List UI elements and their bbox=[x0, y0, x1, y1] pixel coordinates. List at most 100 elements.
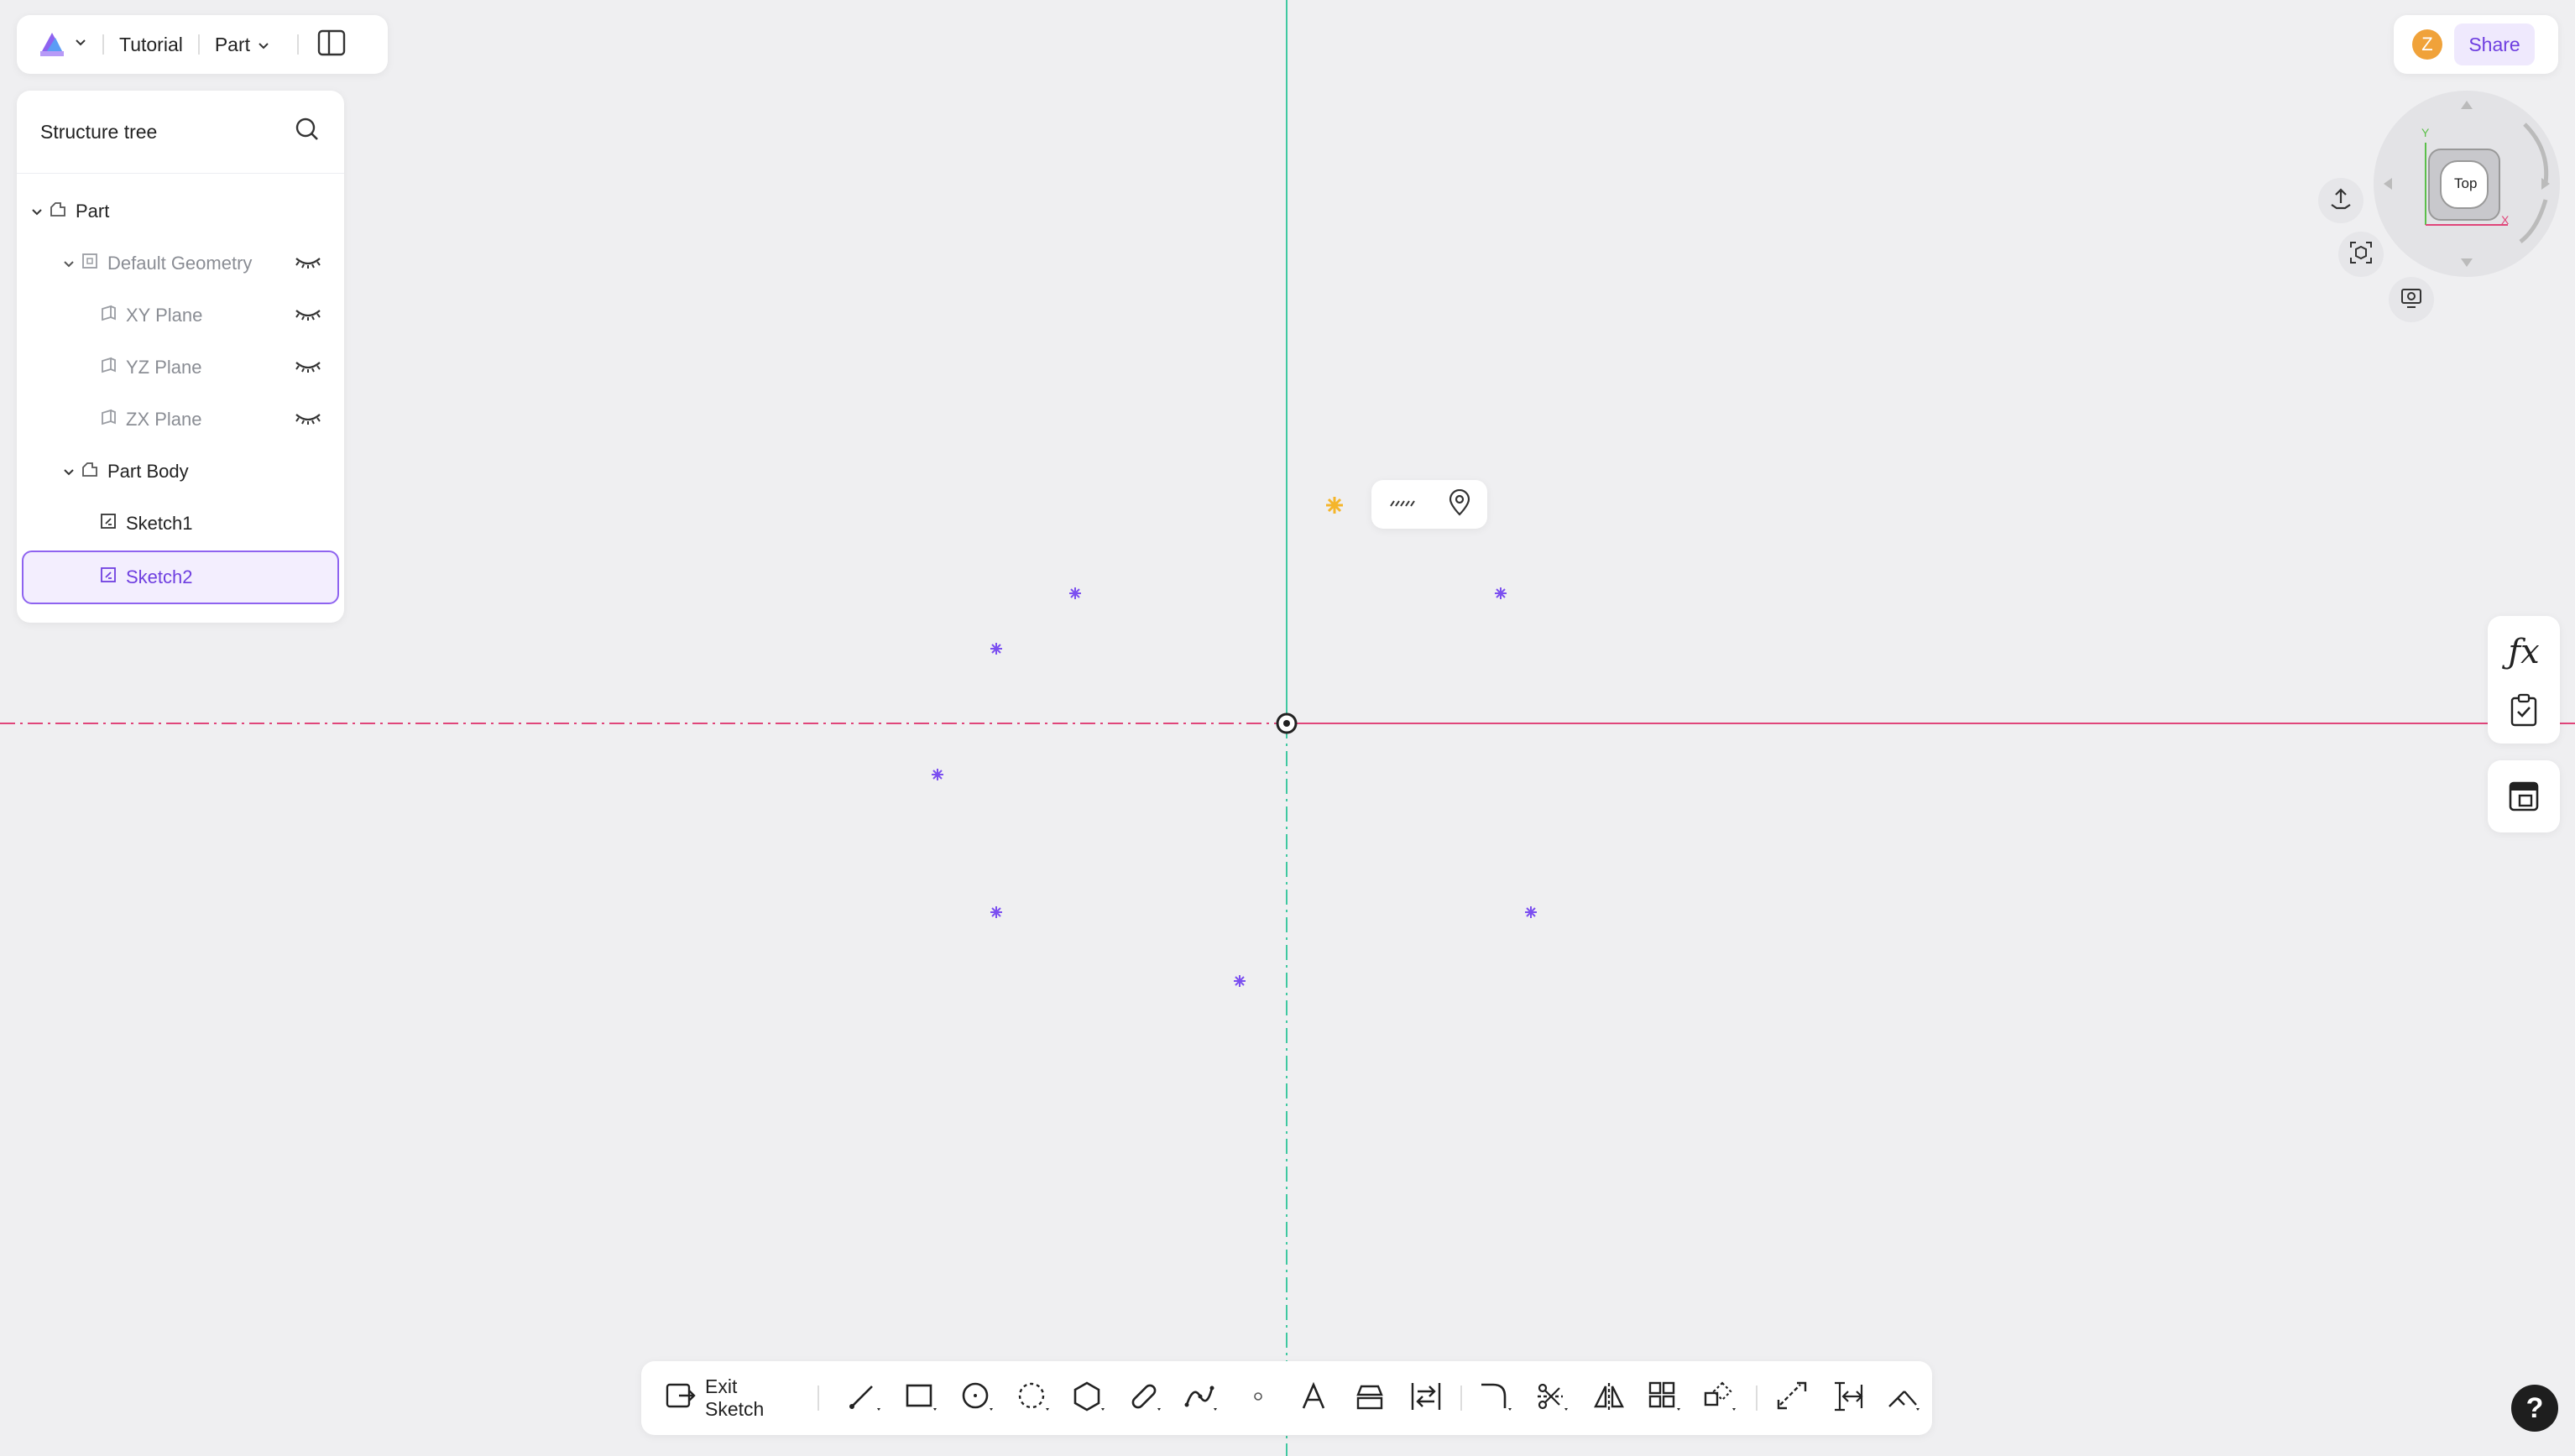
sketch-point[interactable] bbox=[932, 769, 943, 780]
tree-node-zx-plane[interactable]: ZX Plane bbox=[22, 394, 339, 445]
tree-node-xy-plane[interactable]: XY Plane bbox=[22, 290, 339, 341]
library-icon[interactable] bbox=[2508, 780, 2540, 817]
visibility-hidden-icon[interactable] bbox=[294, 410, 322, 431]
spline-tool-button[interactable] bbox=[1173, 1373, 1230, 1423]
checklist-icon[interactable] bbox=[2510, 693, 2538, 731]
normal-to-view-button[interactable] bbox=[2318, 178, 2363, 223]
pattern-tool-button[interactable] bbox=[1637, 1373, 1693, 1423]
divider bbox=[297, 34, 300, 55]
pattern-icon bbox=[1647, 1380, 1684, 1417]
highlighted-sketch-point[interactable] bbox=[1326, 497, 1343, 514]
fit-view-icon bbox=[2348, 240, 2374, 269]
constraint-tool-button[interactable] bbox=[1876, 1373, 1932, 1423]
arrow-down-icon[interactable] bbox=[2461, 258, 2473, 267]
chevron-down-icon[interactable] bbox=[62, 253, 76, 274]
slot-tool-button[interactable] bbox=[1118, 1373, 1174, 1423]
point-tool-button[interactable] bbox=[1230, 1373, 1286, 1423]
view-cube[interactable]: Top Y X bbox=[2374, 91, 2560, 277]
sketch-point[interactable] bbox=[1069, 587, 1081, 599]
visibility-hidden-icon[interactable] bbox=[294, 253, 322, 275]
project-icon bbox=[1353, 1380, 1387, 1417]
tree-node-label: Sketch2 bbox=[126, 566, 193, 587]
rotate-cw-icon[interactable] bbox=[2523, 123, 2549, 184]
avatar[interactable]: Z bbox=[2412, 29, 2442, 60]
mode-label: Part bbox=[214, 33, 251, 55]
sketch-point[interactable] bbox=[1525, 906, 1537, 918]
arc-tool-button[interactable] bbox=[1005, 1373, 1062, 1423]
trim-icon bbox=[1534, 1380, 1571, 1417]
dimension-icon bbox=[1831, 1380, 1865, 1417]
sketch-point[interactable] bbox=[1234, 975, 1246, 987]
app-menu[interactable] bbox=[35, 26, 87, 64]
sketch-canvas[interactable] bbox=[0, 0, 2575, 1456]
tree-node-sketch1[interactable]: Sketch1 bbox=[22, 498, 339, 549]
search-icon[interactable] bbox=[294, 116, 321, 148]
transform-icon bbox=[1702, 1380, 1739, 1417]
divider bbox=[197, 34, 200, 55]
tree-node-label: Default Geometry bbox=[107, 253, 253, 274]
construction-tool-button[interactable] bbox=[1764, 1373, 1820, 1423]
chevron-down-icon[interactable] bbox=[30, 201, 44, 222]
text-tool-button[interactable] bbox=[1286, 1373, 1342, 1423]
tree-node-label: ZX Plane bbox=[126, 409, 202, 430]
visibility-hidden-icon[interactable] bbox=[294, 357, 322, 379]
tree-node-yz-plane[interactable]: YZ Plane bbox=[22, 342, 339, 393]
convert-icon bbox=[1409, 1380, 1443, 1417]
toggle-panel-icon[interactable] bbox=[317, 29, 346, 60]
spline-icon bbox=[1183, 1380, 1220, 1417]
exit-sketch-button[interactable]: Exit Sketch bbox=[665, 1375, 799, 1421]
fit-view-button[interactable] bbox=[2338, 232, 2384, 277]
app-logo-icon bbox=[35, 26, 69, 64]
tree-node-sketch2[interactable]: Sketch2 bbox=[22, 551, 339, 604]
display-mode-button[interactable] bbox=[2389, 277, 2434, 322]
line-tool-button[interactable] bbox=[838, 1373, 894, 1423]
slot-icon bbox=[1127, 1380, 1164, 1417]
tree-node-label: XY Plane bbox=[126, 305, 203, 326]
dimension-tool-button[interactable] bbox=[1820, 1373, 1876, 1423]
chevron-down-icon[interactable] bbox=[62, 461, 76, 483]
rotate-ccw-icon[interactable] bbox=[2519, 199, 2548, 243]
share-area: Z Share bbox=[2394, 15, 2558, 74]
sketch-point[interactable] bbox=[1495, 587, 1507, 599]
sketch-point[interactable] bbox=[990, 643, 1002, 655]
help-button[interactable]: ? bbox=[2511, 1385, 2558, 1432]
part-icon bbox=[49, 200, 67, 223]
sketch-point[interactable] bbox=[990, 906, 1002, 918]
sketch-points[interactable] bbox=[932, 587, 1537, 987]
exit-sketch-label: Exit Sketch bbox=[705, 1375, 765, 1420]
tree-node-part[interactable]: Part bbox=[22, 186, 339, 237]
body-icon bbox=[81, 460, 99, 483]
location-pin-icon[interactable] bbox=[1448, 488, 1471, 520]
mode-dropdown[interactable]: Part bbox=[215, 34, 270, 56]
convert-tool-button[interactable] bbox=[1397, 1373, 1454, 1423]
project-name-link[interactable]: Tutorial bbox=[119, 34, 183, 56]
divider bbox=[817, 1386, 819, 1411]
panel-title: Structure tree bbox=[40, 120, 158, 143]
trim-tool-button[interactable] bbox=[1525, 1373, 1581, 1423]
chevron-down-icon bbox=[74, 37, 87, 52]
circle-icon bbox=[959, 1380, 996, 1417]
mirror-tool-button[interactable] bbox=[1581, 1373, 1637, 1423]
tree-node-label: YZ Plane bbox=[126, 357, 202, 378]
axis-y-label: Y bbox=[2421, 126, 2430, 139]
arrow-left-icon[interactable] bbox=[2384, 178, 2392, 190]
tree-node-default-geometry[interactable]: Default Geometry bbox=[22, 238, 339, 289]
constraint-hatch-icon[interactable] bbox=[1387, 494, 1416, 515]
circle-tool-button[interactable] bbox=[949, 1373, 1005, 1423]
tree-node-part-body[interactable]: Part Body bbox=[22, 446, 339, 497]
formula-icon[interactable]: ƒx bbox=[2488, 633, 2560, 671]
exit-sketch-icon bbox=[665, 1380, 697, 1416]
cube-face-label[interactable]: Top bbox=[2454, 175, 2477, 192]
share-button[interactable]: Share bbox=[2454, 23, 2535, 65]
sketch-icon bbox=[99, 566, 118, 589]
plane-icon bbox=[99, 408, 118, 431]
arrow-up-icon[interactable] bbox=[2461, 101, 2473, 109]
project-tool-button[interactable] bbox=[1342, 1373, 1398, 1423]
transform-tool-button[interactable] bbox=[1693, 1373, 1749, 1423]
tree-node-label: Part Body bbox=[107, 461, 189, 482]
fillet-tool-button[interactable] bbox=[1469, 1373, 1525, 1423]
rectangle-tool-button[interactable] bbox=[894, 1373, 950, 1423]
visibility-hidden-icon[interactable] bbox=[294, 305, 322, 327]
normal-view-icon bbox=[2328, 186, 2353, 216]
polygon-tool-button[interactable] bbox=[1062, 1373, 1118, 1423]
